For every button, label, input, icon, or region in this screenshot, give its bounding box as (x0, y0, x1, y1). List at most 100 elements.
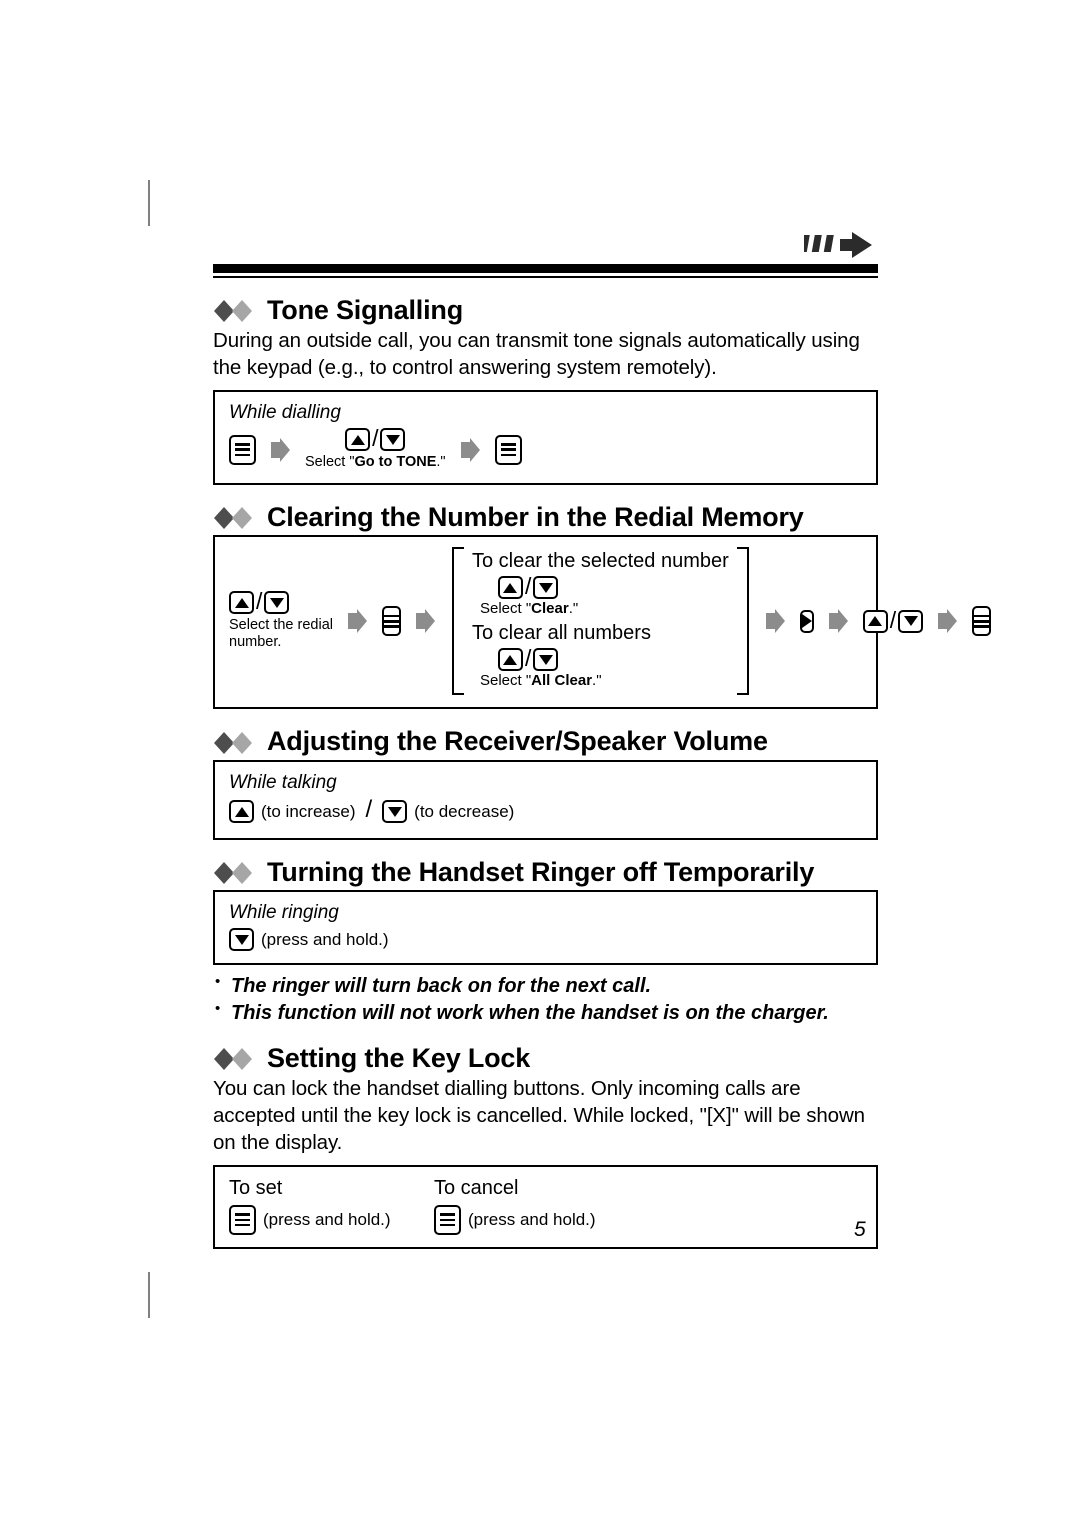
procedure-flow: (to increase) / (to decrease) (229, 795, 862, 826)
options-list: To clear the selected number / Select "C… (464, 547, 737, 695)
key-separator: / (372, 425, 379, 452)
key-separator: / (524, 573, 532, 600)
up-key-icon (229, 591, 254, 615)
up-key-icon (497, 648, 523, 672)
up-down-key-icon: / (345, 425, 406, 452)
menu-key-icon (434, 1204, 461, 1235)
section-body-key-lock: You can lock the handset dialling button… (213, 1077, 865, 1154)
procedure-caption: While talking (229, 771, 337, 793)
set-title: To set (229, 1176, 283, 1199)
section-title: Turning the Handset Ringer off Temporari… (267, 856, 815, 887)
procedure-flow: / Select the redial number. To clear the… (229, 547, 992, 696)
options-bracket-group: To clear the selected number / Select "C… (451, 547, 749, 696)
down-key-icon (382, 800, 408, 824)
procedure-box-key-lock: To set (press and hold.) To cancel (pres… (213, 1164, 878, 1249)
menu-key-icon (381, 606, 401, 637)
section-title: Adjusting the Receiver/Speaker Volume (267, 726, 768, 757)
down-key-note: (to decrease) (414, 801, 515, 821)
note-item: The ringer will turn back on for the nex… (213, 972, 878, 999)
menu-key-icon (494, 434, 522, 465)
up-down-key-icon: / (862, 606, 924, 633)
header-rule (213, 264, 878, 278)
procedure-flow: / Select "Go to TONE." (229, 425, 862, 471)
crop-mark-top (148, 180, 150, 226)
option-title: To clear the selected number (471, 550, 729, 573)
down-key-icon (533, 576, 559, 600)
set-note: (press and hold.) (263, 1209, 391, 1229)
manual-page: Tone Signalling During an outside call, … (0, 0, 1080, 1528)
diamond-bullet-icon (213, 1047, 259, 1071)
key-lock-set-column: To set (press and hold.) (229, 1177, 434, 1235)
down-key-icon (898, 609, 924, 633)
up-down-key-icon: / (497, 645, 559, 672)
procedure-box-ringer-off: While ringing (press and hold.) (213, 890, 878, 966)
page-title: Tone Signalling (267, 295, 463, 325)
set-step: (press and hold.) (229, 1204, 434, 1235)
step-select-tone: / Select "Go to TONE." (305, 425, 446, 471)
diamond-bullet-icon (213, 299, 259, 323)
notes-list: The ringer will turn back on for the nex… (213, 972, 878, 1026)
flow-arrow-icon (828, 608, 849, 634)
up-down-key-icon: / (229, 588, 290, 615)
menu-key-icon (972, 606, 992, 637)
page-number: 5 (854, 1218, 866, 1241)
page-content: Tone Signalling During an outside call, … (213, 228, 992, 1255)
crop-mark-bottom (148, 1272, 150, 1318)
cancel-step: (press and hold.) (434, 1204, 639, 1235)
option-title: To clear all numbers (471, 622, 651, 645)
up-key-icon (345, 428, 371, 452)
section-heading-clearing-redial-memory: Clearing the Number in the Redial Memory (213, 503, 878, 531)
procedure-caption: While ringing (229, 902, 339, 924)
cancel-note: (press and hold.) (468, 1209, 596, 1229)
menu-key-icon (229, 434, 256, 465)
down-key-icon (533, 648, 559, 672)
down-key-icon (264, 591, 290, 615)
key-separator: / (889, 606, 897, 633)
section-heading-adjusting-volume: Adjusting the Receiver/Speaker Volume (213, 726, 878, 757)
flow-arrow-icon (270, 437, 291, 463)
step-select-redial: / Select the redial number. (229, 588, 333, 651)
procedure-caption: While dialling (229, 402, 341, 424)
up-key-note: (to increase) (261, 801, 356, 821)
down-key-icon (380, 428, 406, 452)
up-key-icon (497, 576, 523, 600)
diamond-bullet-icon (213, 861, 259, 885)
bracket-right (736, 547, 749, 696)
cancel-title: To cancel (434, 1176, 519, 1199)
procedure-box-tone-signalling: While dialling / Select "Go to TONE." (213, 390, 878, 486)
down-key-icon (229, 928, 254, 952)
flow-arrow-icon (765, 608, 786, 634)
section-heading-key-lock: Setting the Key Lock (213, 1044, 878, 1072)
bracket-left (451, 547, 464, 696)
down-key-note: (press and hold.) (261, 929, 389, 949)
section-body-tone-signalling: During an outside call, you can transmit… (213, 329, 860, 380)
option-select-label: Select "All Clear." (479, 672, 602, 690)
section-heading-ringer-off: Turning the Handset Ringer off Temporari… (213, 856, 878, 887)
motion-arrow-icon (799, 228, 878, 262)
flow-arrow-icon (460, 437, 481, 463)
menu-key-icon (229, 1204, 256, 1235)
right-key-icon (799, 609, 814, 633)
key-lock-cancel-column: To cancel (press and hold.) (434, 1177, 639, 1235)
procedure-flow: (press and hold.) (229, 928, 862, 952)
section-title: Setting the Key Lock (267, 1042, 531, 1073)
diamond-bullet-icon (213, 506, 259, 530)
step-label: Select "Go to TONE." (305, 454, 446, 471)
key-separator: / (256, 588, 263, 615)
procedure-box-clearing-redial-memory: / Select the redial number. To clear the… (213, 535, 992, 710)
key-separator: / (524, 645, 532, 672)
note-item: This function will not work when the han… (213, 999, 878, 1026)
flow-arrow-icon (937, 608, 958, 634)
procedure-box-adjusting-volume: While talking (to increase) / (to decrea… (213, 759, 878, 840)
procedure-flow: To set (press and hold.) To cancel (pres… (229, 1177, 862, 1235)
diamond-bullet-icon (213, 731, 259, 755)
section-heading-tone-signalling: Tone Signalling (213, 296, 878, 324)
up-key-icon (229, 800, 254, 824)
flow-arrow-icon (347, 608, 368, 634)
flow-arrow-icon (415, 608, 436, 634)
option-select-label: Select "Clear." (479, 600, 579, 618)
section-title: Clearing the Number in the Redial Memory (267, 502, 804, 533)
up-down-key-icon: / (497, 573, 559, 600)
up-key-icon (862, 609, 888, 633)
key-separator: / (365, 795, 373, 823)
